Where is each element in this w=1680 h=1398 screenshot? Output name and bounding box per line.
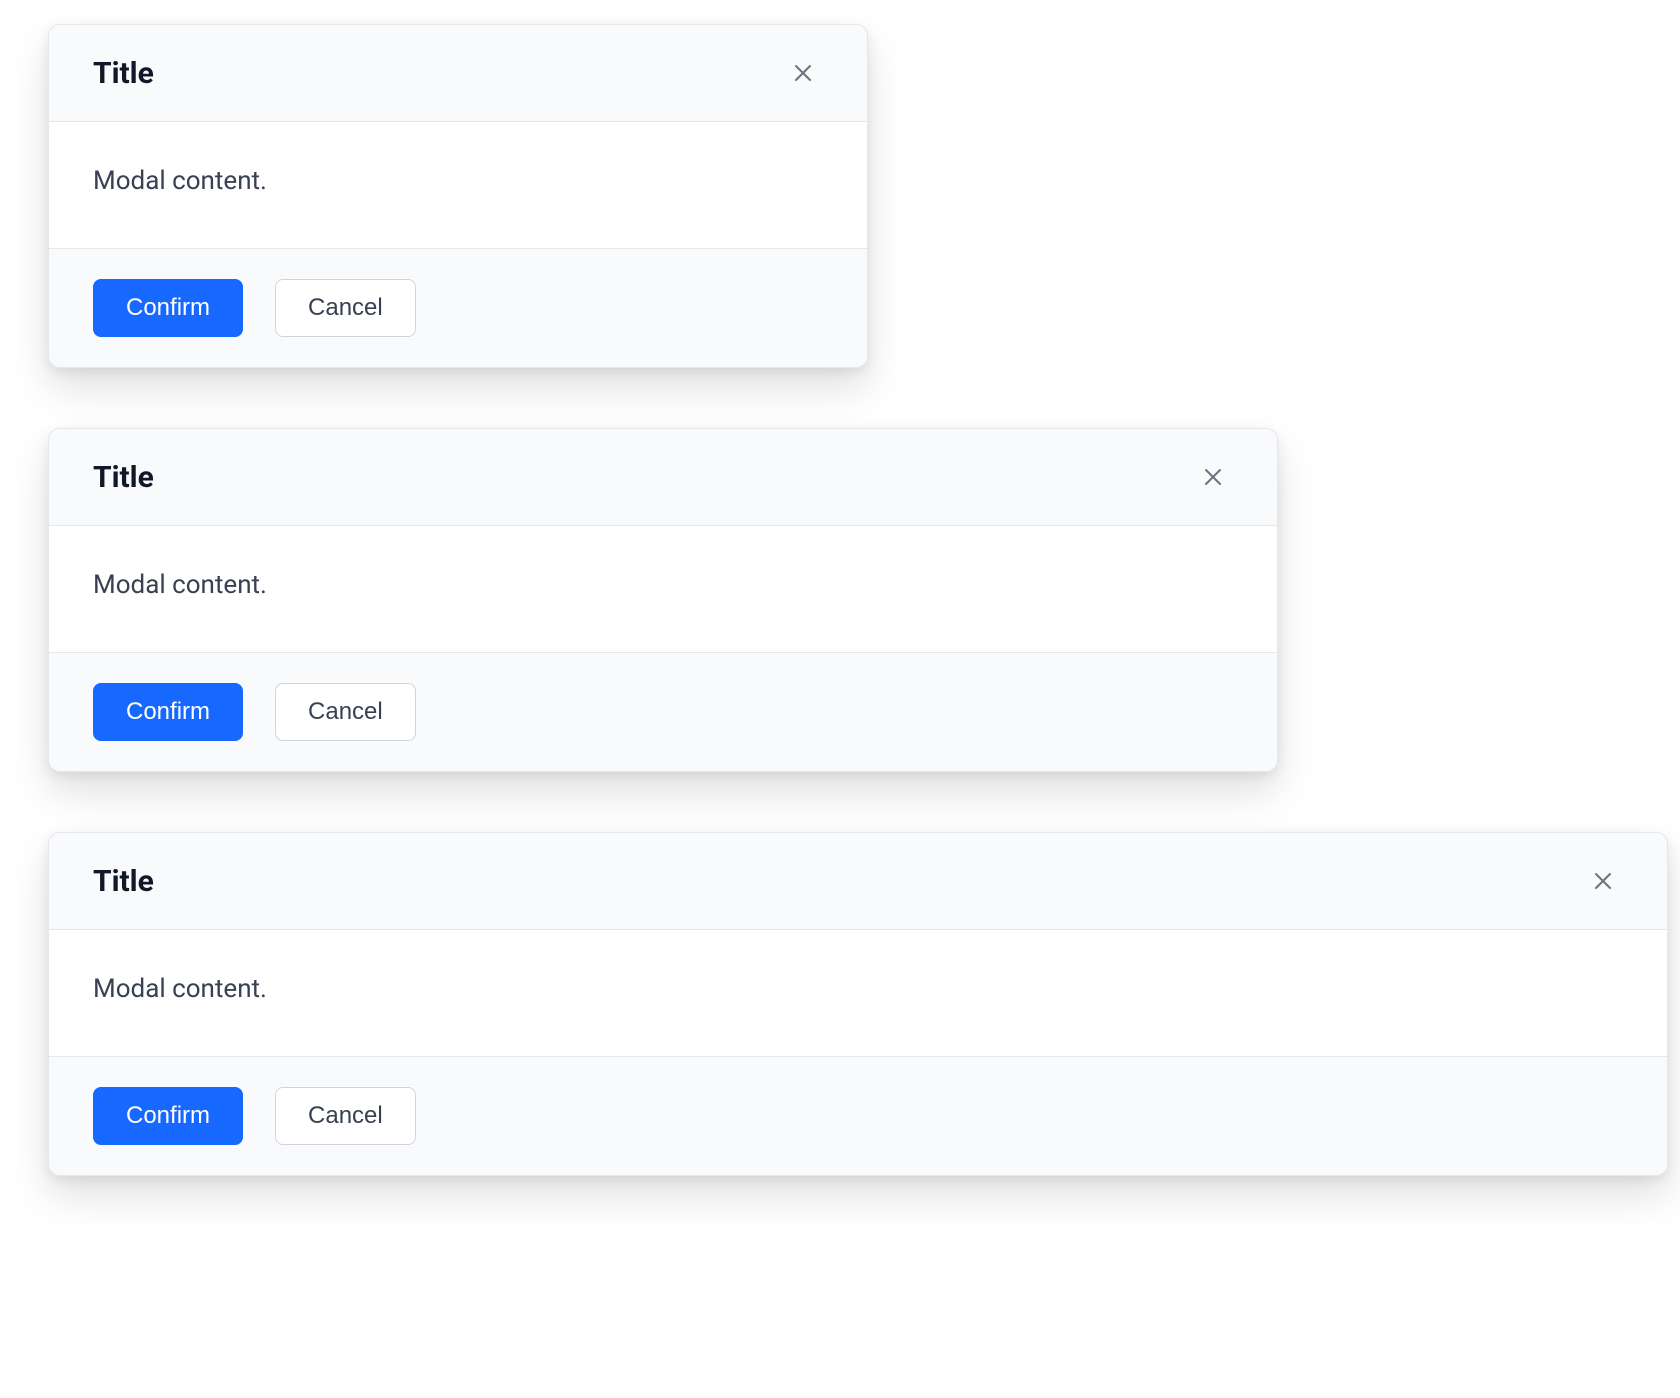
modal-content-text: Modal content. [93,166,823,196]
modal-title: Title [93,864,154,899]
modal-body: Modal content. [49,930,1667,1057]
confirm-button[interactable]: Confirm [93,1087,243,1145]
modal-footer: Confirm Cancel [49,249,867,367]
close-icon [1591,869,1615,893]
modal-footer: Confirm Cancel [49,653,1277,771]
modal-title: Title [93,460,154,495]
cancel-button[interactable]: Cancel [275,683,416,741]
close-button[interactable] [1193,457,1233,497]
modal-header: Title [49,429,1277,526]
close-button[interactable] [783,53,823,93]
modal-header: Title [49,833,1667,930]
modal-body: Modal content. [49,122,867,249]
modal-content-text: Modal content. [93,570,1233,600]
modal-small: Title Modal content. Confirm Cancel [48,24,868,368]
confirm-button[interactable]: Confirm [93,683,243,741]
close-icon [1201,465,1225,489]
close-button[interactable] [1583,861,1623,901]
close-icon [791,61,815,85]
cancel-button[interactable]: Cancel [275,1087,416,1145]
modal-content-text: Modal content. [93,974,1623,1004]
modal-body: Modal content. [49,526,1277,653]
canvas: Title Modal content. Confirm Cancel Titl… [0,0,1680,1398]
modal-footer: Confirm Cancel [49,1057,1667,1175]
confirm-button[interactable]: Confirm [93,279,243,337]
modal-medium: Title Modal content. Confirm Cancel [48,428,1278,772]
cancel-button[interactable]: Cancel [275,279,416,337]
modal-title: Title [93,56,154,91]
modal-header: Title [49,25,867,122]
modal-large: Title Modal content. Confirm Cancel [48,832,1668,1176]
